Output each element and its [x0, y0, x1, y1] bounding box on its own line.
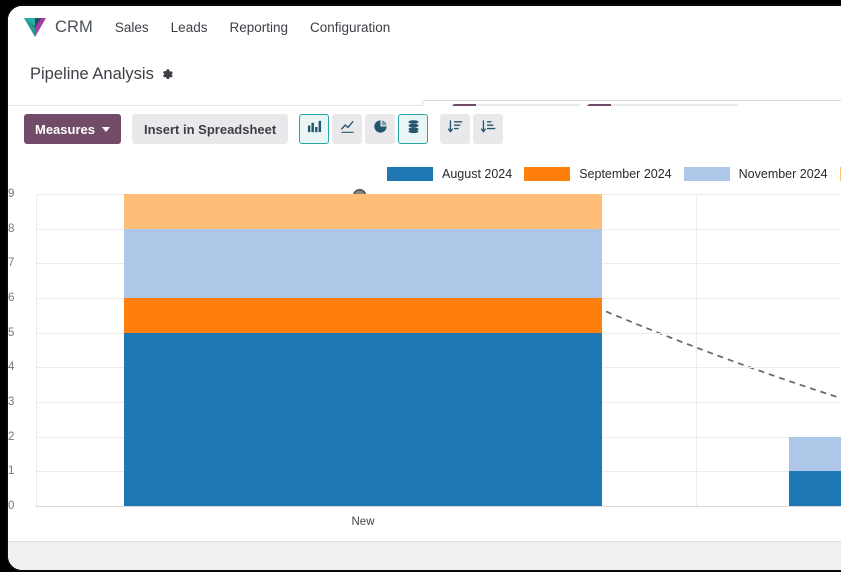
x-gridline [36, 194, 37, 506]
bar-segment[interactable] [124, 298, 602, 333]
x-gridline [696, 194, 697, 506]
insert-in-spreadsheet-button[interactable]: Insert in Spreadsheet [131, 114, 289, 144]
nav-configuration[interactable]: Configuration [310, 20, 390, 35]
chart-container: August 2024September 2024November 2024De… [8, 152, 841, 541]
y-axis-tick-label: 1 [8, 465, 15, 478]
page-title: Pipeline Analysis [30, 65, 154, 83]
database-stack-icon [406, 119, 421, 139]
browser-window: CRM Sales Leads Reporting Configuration … [6, 4, 841, 572]
pie-chart-icon [373, 119, 388, 139]
y-axis-tick-label: 2 [8, 430, 15, 443]
y-gridline [36, 506, 841, 507]
sort-descending-button[interactable] [440, 114, 471, 144]
legend-swatch-icon [387, 167, 433, 181]
brand-label: CRM [55, 17, 93, 36]
sort-descending-icon [447, 119, 463, 139]
status-footer [8, 541, 841, 570]
legend-swatch-icon [683, 167, 730, 181]
pie-chart-button[interactable] [365, 114, 396, 144]
legend-label: November 2024 [738, 167, 828, 181]
chart-legend: August 2024September 2024November 2024De [8, 164, 841, 184]
y-axis-tick-label: 4 [8, 361, 15, 374]
bar-segment[interactable] [124, 332, 602, 506]
x-axis-tick-label: New [351, 516, 375, 528]
legend-label: September 2024 [579, 167, 672, 181]
nav-reporting[interactable]: Reporting [229, 20, 288, 35]
y-axis-tick-label: 9 [8, 188, 15, 200]
legend-item[interactable]: September 2024 [524, 167, 672, 181]
bar-segment[interactable] [789, 436, 841, 472]
chart-toolbar: Measures Insert in Spreadsheet [8, 106, 841, 152]
sort-ascending-button[interactable] [473, 114, 504, 144]
bar-segment[interactable] [124, 228, 602, 298]
top-navigation-bar: CRM Sales Leads Reporting Configuration [8, 6, 841, 49]
legend-label: August 2024 [442, 167, 513, 181]
bar-segment[interactable] [124, 194, 602, 229]
legend-item[interactable]: November 2024 [683, 167, 828, 181]
bar-segment[interactable] [789, 471, 841, 506]
y-axis-tick-label: 0 [8, 500, 15, 512]
odoo-crm-logo-icon[interactable] [22, 15, 48, 39]
bar-chart-icon [307, 119, 322, 139]
legend-item[interactable]: August 2024 [387, 167, 512, 181]
caret-down-icon [101, 126, 110, 132]
y-axis-tick-label: 7 [8, 257, 15, 270]
y-axis-tick-label: 5 [8, 326, 15, 339]
gear-icon[interactable] [161, 68, 174, 81]
legend-swatch-icon [524, 167, 571, 181]
breadcrumb: Pipeline Analysis [30, 65, 174, 84]
line-chart-button[interactable] [332, 114, 363, 144]
view-type-button-group [299, 114, 429, 144]
y-axis-tick-label: 3 [8, 396, 15, 408]
measures-label: Measures [35, 121, 95, 137]
chart-plot-area: 9876543210NewStage [8, 186, 841, 541]
bar-chart-button[interactable] [299, 114, 330, 144]
nav-sales[interactable]: Sales [115, 20, 149, 35]
nav-leads[interactable]: Leads [171, 20, 208, 35]
y-axis-tick-label: 8 [8, 222, 15, 235]
y-axis-tick-label: 6 [8, 292, 15, 304]
control-panel: Pipeline Analysis Search... [8, 49, 841, 129]
stacked-button[interactable] [398, 114, 429, 144]
sort-ascending-icon [480, 119, 496, 139]
measures-button[interactable]: Measures [24, 114, 121, 144]
sort-button-group [440, 114, 504, 144]
line-chart-icon [340, 119, 355, 139]
